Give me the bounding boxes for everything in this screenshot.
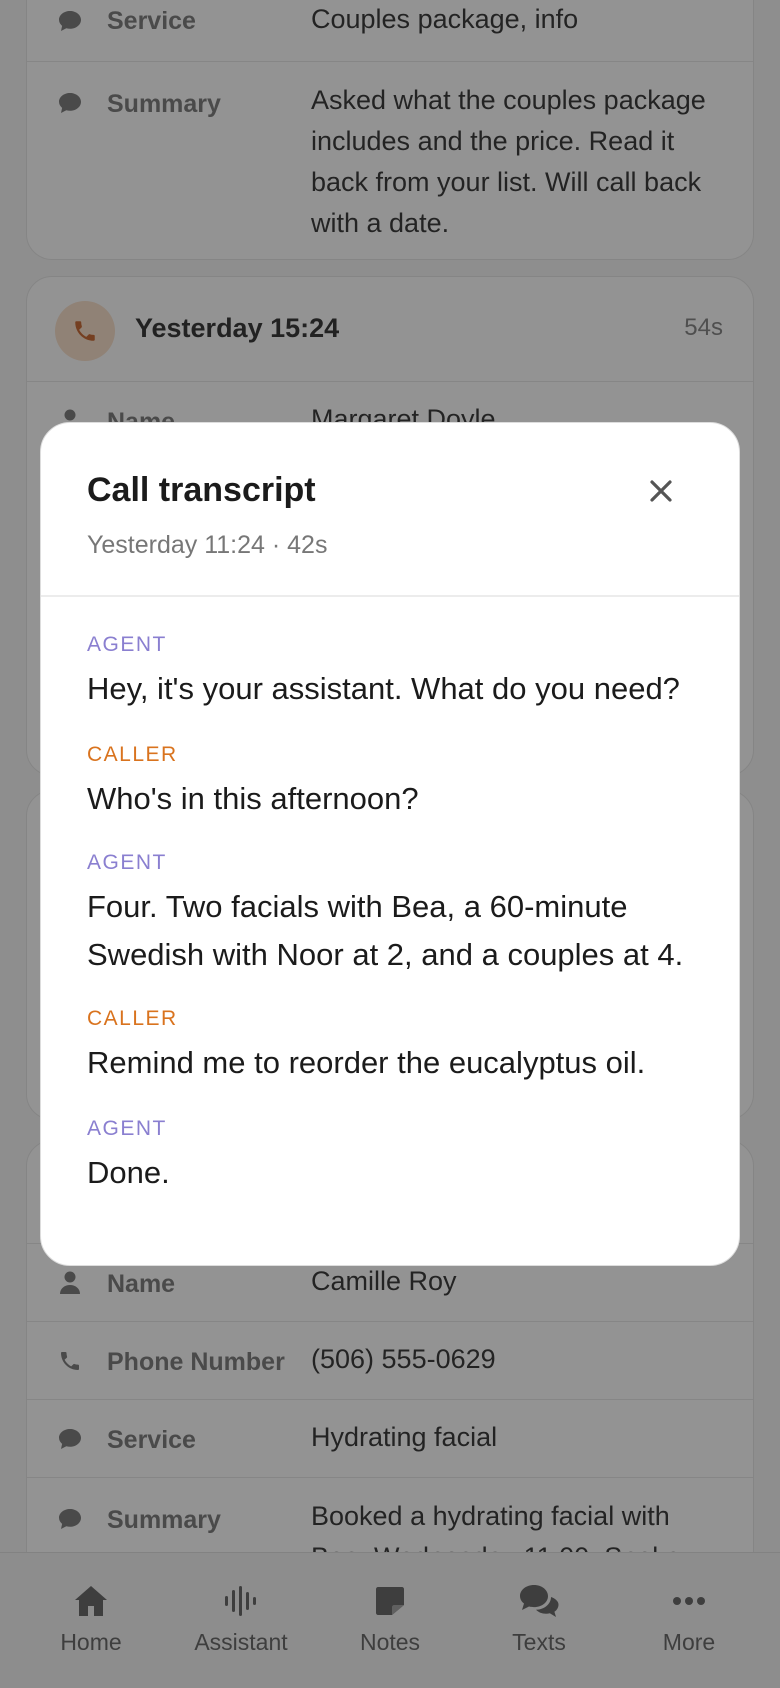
transcript-message: CALLER Who's in this afternoon? xyxy=(87,743,699,823)
close-button[interactable] xyxy=(639,469,683,513)
message-text: Done. xyxy=(87,1155,170,1190)
message-text: Remind me to reorder the eucalyptus oil. xyxy=(87,1045,646,1080)
message-text: Hey, it's your assistant. What do you ne… xyxy=(87,671,680,706)
speaker-label: CALLER xyxy=(87,743,178,766)
close-icon xyxy=(650,480,672,502)
transcript-message: AGENT Hey, it's your assistant. What do … xyxy=(87,633,699,713)
speaker-label: AGENT xyxy=(87,851,167,874)
transcript-message: CALLER Remind me to reorder the eucalypt… xyxy=(87,1007,699,1087)
transcript-message: AGENT Done. xyxy=(87,1117,699,1197)
message-text: Who's in this afternoon? xyxy=(87,781,419,816)
transcript-message: AGENT Four. Two facials with Bea, a 60-m… xyxy=(87,851,699,979)
speaker-label: CALLER xyxy=(87,1007,178,1030)
message-text: Four. Two facials with Bea, a 60-minute … xyxy=(87,889,684,972)
modal-title: Call transcript xyxy=(87,471,316,509)
modal-subtitle: Yesterday 11:24 · 42s xyxy=(87,531,328,559)
transcript-modal: Call transcript Yesterday 11:24 · 42s AG… xyxy=(40,422,740,1266)
divider xyxy=(41,595,739,597)
speaker-label: AGENT xyxy=(87,633,167,656)
speaker-label: AGENT xyxy=(87,1117,167,1140)
